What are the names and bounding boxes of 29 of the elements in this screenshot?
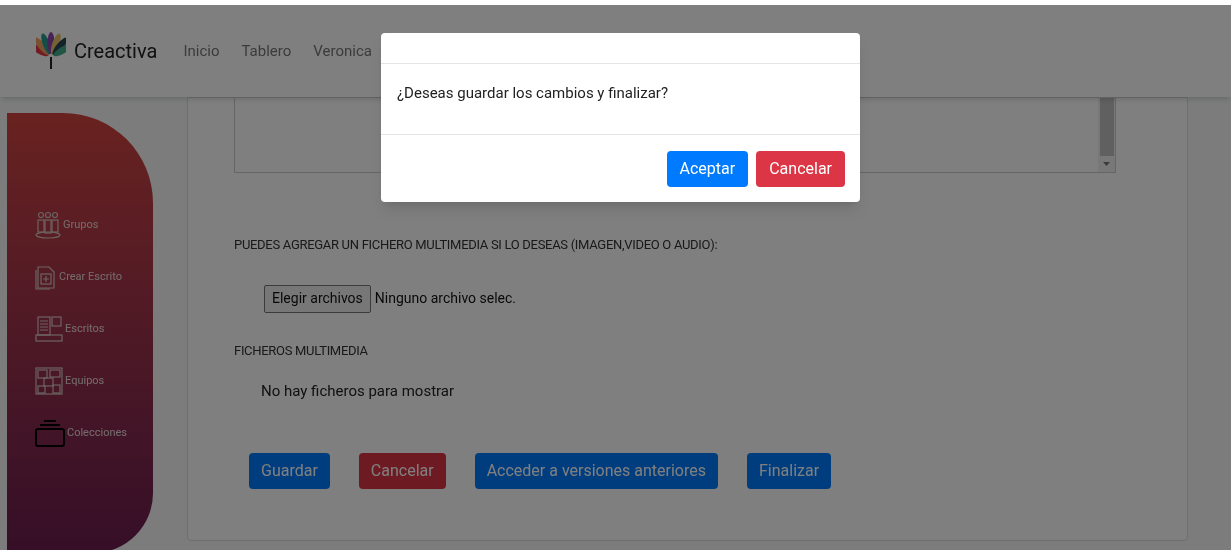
scroll-down-icon[interactable] bbox=[1103, 162, 1110, 166]
add-document-icon bbox=[35, 264, 57, 290]
stack-icon bbox=[35, 419, 65, 447]
scrollbar[interactable] bbox=[1098, 98, 1115, 172]
brand-name[interactable]: Creactiva bbox=[74, 36, 158, 66]
sidebar-item[interactable]: Crear Escrito bbox=[35, 263, 153, 291]
documents-icon bbox=[35, 315, 63, 343]
action-button[interactable]: Guardar bbox=[249, 452, 330, 489]
dialog-button[interactable]: Aceptar bbox=[666, 150, 749, 187]
dialog-message: ¿Deseas guardar los cambios y finalizar? bbox=[396, 83, 669, 104]
nav-link[interactable]: Veronica bbox=[313, 39, 372, 63]
file-status: Ninguno archivo selec. bbox=[374, 289, 517, 308]
empty-message: No hay ficheros para mostrar bbox=[261, 381, 456, 402]
nav-link[interactable]: Inicio bbox=[183, 39, 220, 63]
dialog-button[interactable]: Cancelar bbox=[756, 150, 845, 187]
sidebar-item[interactable]: Colecciones bbox=[35, 419, 153, 447]
sidebar-item[interactable]: Grupos bbox=[35, 211, 153, 239]
nav-link[interactable]: Tablero bbox=[241, 39, 292, 63]
leaf-logo-icon bbox=[36, 31, 66, 71]
action-button[interactable]: Cancelar bbox=[358, 452, 446, 489]
choose-files-button[interactable]: Elegir archivos bbox=[264, 284, 371, 313]
upload-label: PUEDES AGREGAR UN FICHERO MULTIMEDIA SI LO DESEAS (IMAGEN,VIDEO O AUDIO): bbox=[234, 236, 719, 254]
sidebar-item[interactable]: Escritos bbox=[35, 315, 153, 343]
action-button[interactable]: Acceder a versiones anteriores bbox=[474, 452, 718, 489]
group-icon bbox=[35, 211, 61, 239]
sidebar-item[interactable]: Equipos bbox=[35, 367, 153, 395]
action-button[interactable]: Finalizar bbox=[747, 452, 832, 489]
media-heading: FICHEROS MULTIMEDIA bbox=[234, 341, 369, 360]
grid-icon bbox=[35, 367, 63, 395]
